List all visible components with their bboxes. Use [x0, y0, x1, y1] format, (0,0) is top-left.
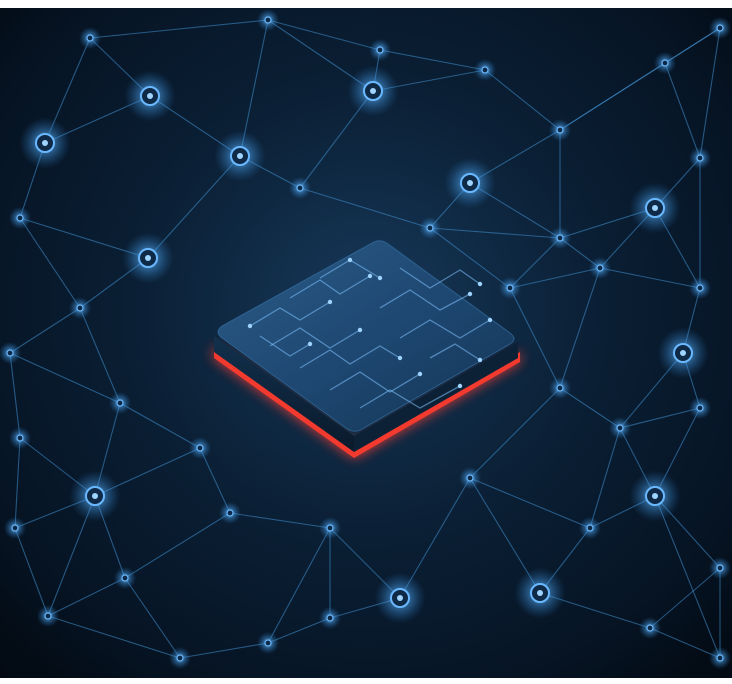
network-node	[11, 524, 19, 532]
network-node	[556, 234, 564, 242]
circuit-pad	[377, 275, 383, 281]
network-node	[596, 264, 604, 272]
network-node	[326, 524, 334, 532]
circuit-pad	[467, 291, 473, 297]
network-node	[86, 34, 94, 42]
network-node	[506, 284, 514, 292]
network-node-core	[680, 350, 686, 356]
network-node-core	[145, 255, 151, 261]
network-node	[121, 574, 129, 582]
circuit-pad	[487, 317, 493, 323]
network-node	[16, 214, 24, 222]
network-node	[556, 384, 564, 392]
network-node	[16, 434, 24, 442]
network-node	[296, 184, 304, 192]
network-node	[44, 612, 52, 620]
circuit-pad	[357, 327, 363, 333]
circuit-pad	[477, 281, 483, 287]
network-node-core	[652, 205, 658, 211]
network-node	[696, 284, 704, 292]
circuit-pad	[457, 383, 463, 389]
circuit-pad	[367, 273, 373, 279]
circuit-pad	[347, 257, 353, 263]
circuit-pad	[327, 299, 333, 305]
circuit-pad	[307, 341, 313, 347]
network-node	[6, 349, 14, 357]
network-node	[226, 509, 234, 517]
network-node	[696, 404, 704, 412]
circuit-pad	[397, 355, 403, 361]
network-node	[116, 399, 124, 407]
network-node	[264, 16, 272, 24]
network-node	[661, 59, 669, 67]
network-node	[481, 66, 489, 74]
network-node	[646, 624, 654, 632]
network-node-core	[42, 140, 48, 146]
network-node	[616, 424, 624, 432]
network-node	[426, 224, 434, 232]
network-node	[326, 614, 334, 622]
network-node	[586, 524, 594, 532]
network-node	[556, 126, 564, 134]
circuit-pad	[417, 371, 423, 377]
network-scene	[0, 8, 732, 678]
network-node	[376, 46, 384, 54]
circuit-pad	[247, 323, 253, 329]
network-node-core	[397, 595, 403, 601]
network-node	[716, 654, 724, 662]
network-node	[466, 474, 474, 482]
network-node	[716, 564, 724, 572]
network-node-core	[237, 153, 243, 159]
network-node	[176, 654, 184, 662]
network-node-core	[652, 493, 658, 499]
network-node	[196, 444, 204, 452]
network-node-core	[147, 93, 153, 99]
circuit-pad	[477, 357, 483, 363]
network-node-core	[467, 180, 473, 186]
network-node	[76, 304, 84, 312]
image-frame	[0, 8, 732, 678]
network-node-core	[92, 493, 98, 499]
network-node-core	[370, 88, 376, 94]
network-node	[696, 154, 704, 162]
network-node-core	[537, 590, 543, 596]
network-node	[264, 639, 272, 647]
network-node	[716, 24, 724, 32]
